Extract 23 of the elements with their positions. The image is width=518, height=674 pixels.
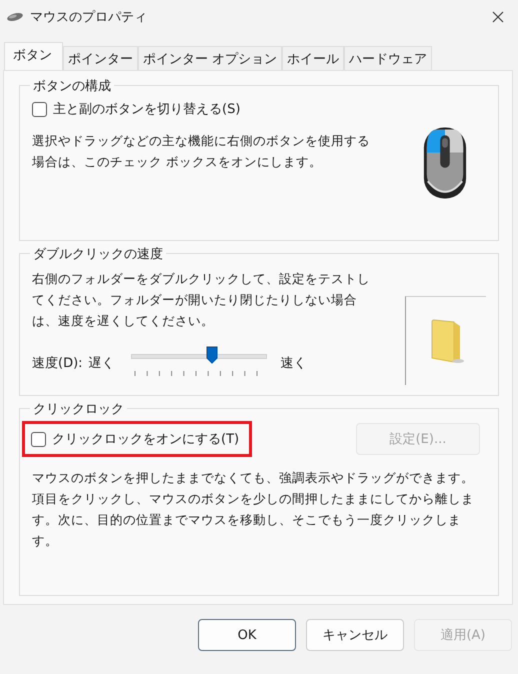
group-title: ボタンの構成 bbox=[30, 77, 114, 95]
fast-label: 速く bbox=[280, 355, 307, 372]
speed-label: 速度(D): bbox=[32, 355, 83, 372]
checkbox-square[interactable] bbox=[31, 432, 46, 446]
tab[interactable]: ホイール bbox=[282, 46, 344, 70]
description-text: 右側のフォルダーをダブルクリックして、設定をテストしてください。フォルダーが開いたり閉じたりしない場合は、速度を遅くしてください。 bbox=[32, 270, 371, 330]
slider-thumb[interactable] bbox=[206, 346, 218, 364]
slow-label: 遅く bbox=[88, 355, 115, 372]
tab[interactable]: ポインター オプション bbox=[138, 46, 282, 70]
description-text: 選択やドラッグなどの主な機能に右側のボタンを使用する場合は、このチェック ボックスをオンにします。 bbox=[32, 132, 371, 171]
window-title: マウスのプロパティ bbox=[30, 9, 148, 26]
close-icon[interactable] bbox=[492, 11, 504, 23]
checkbox[interactable]: クリックロックをオンにする(T) bbox=[31, 430, 240, 448]
description-text: マウスのボタンを押したままでなくても、強調表示やドラッグができます。項目をクリックし、マウスのボタンを少しの間押したままにしてから離します。次に、目的の位置までマウスを移動し、そこでもう一度クリックします。 bbox=[32, 469, 475, 550]
tab[interactable]: ポインター bbox=[63, 46, 138, 70]
tab[interactable]: ハードウェア bbox=[344, 46, 432, 70]
mouse-icon bbox=[6, 12, 24, 22]
dialog-button[interactable]: キャンセル bbox=[306, 619, 404, 651]
checkbox-square[interactable] bbox=[32, 102, 47, 116]
checkbox[interactable]: 主と副のボタンを切り替える(S) bbox=[32, 100, 414, 118]
group-title: ダブルクリックの速度 bbox=[30, 245, 166, 263]
dialog-button[interactable]: OK bbox=[198, 619, 296, 651]
tab[interactable]: ボタン bbox=[4, 42, 63, 70]
